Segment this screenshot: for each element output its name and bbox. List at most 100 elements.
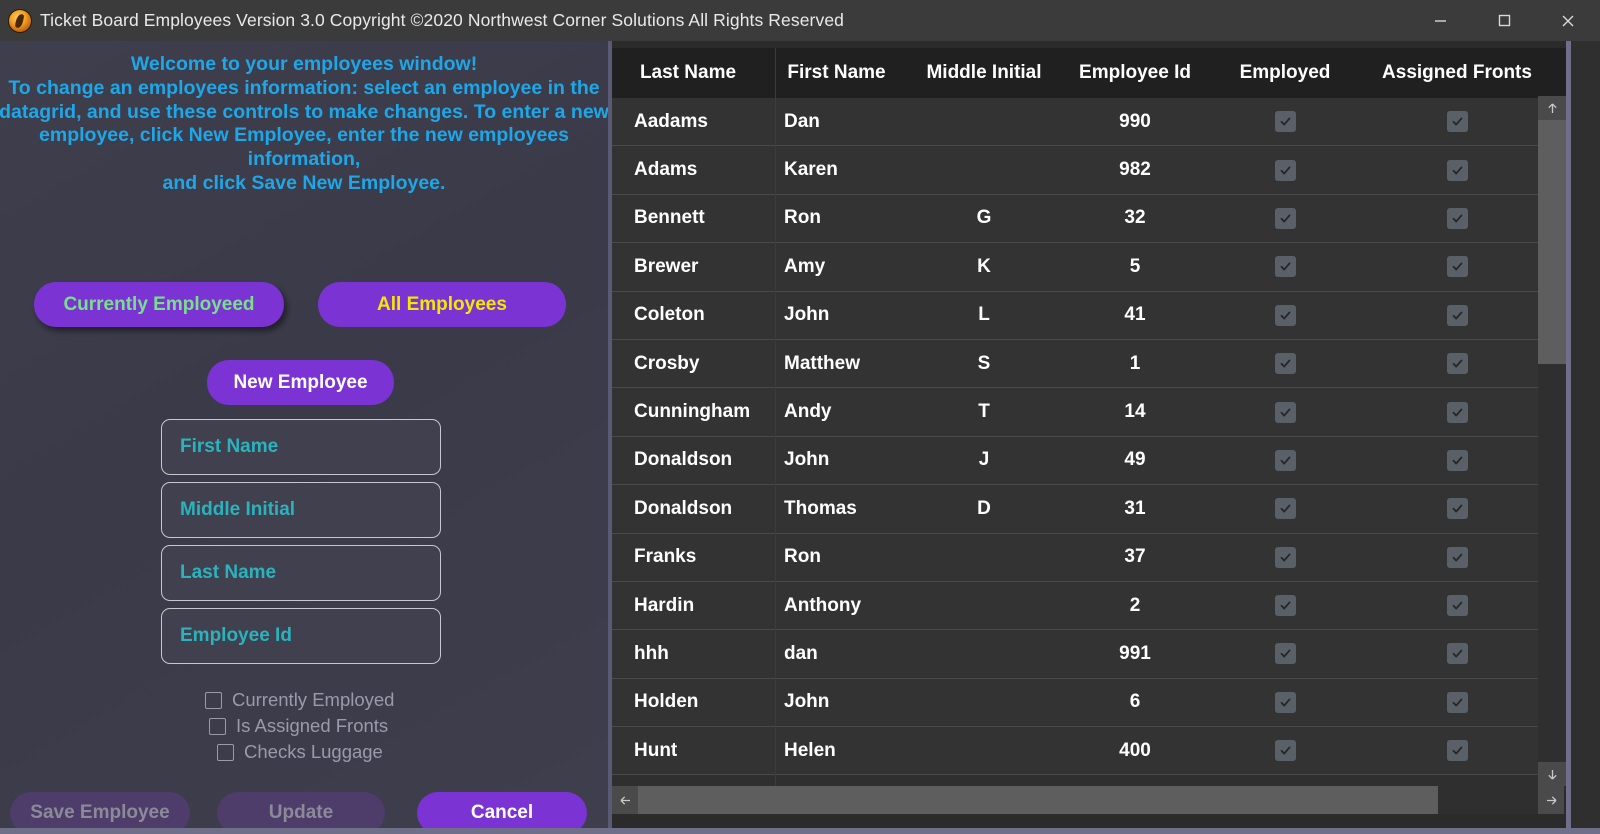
cell-employed-checkbox[interactable] xyxy=(1211,195,1359,242)
cell-assigned-fronts-checkbox[interactable] xyxy=(1359,534,1555,581)
table-row[interactable]: HoldenJohn6 xyxy=(612,679,1570,727)
column-header-last-name[interactable]: Last Name xyxy=(612,48,764,98)
table-row[interactable]: HuntHelen400 xyxy=(612,727,1570,775)
checkmark-icon[interactable] xyxy=(1447,498,1468,519)
cell-assigned-fronts-checkbox[interactable] xyxy=(1359,243,1555,290)
table-row[interactable]: AdamsKaren982 xyxy=(612,146,1570,194)
checkmark-icon[interactable] xyxy=(1447,256,1468,277)
checkmark-icon[interactable] xyxy=(1275,450,1296,471)
cell-employed-checkbox[interactable] xyxy=(1211,485,1359,532)
cell-employed-checkbox[interactable] xyxy=(1211,340,1359,387)
cell-assigned-fronts-checkbox[interactable] xyxy=(1359,727,1555,774)
column-header-assigned-fronts[interactable]: Assigned Fronts xyxy=(1359,48,1555,98)
table-row[interactable]: hhhdan991 xyxy=(612,630,1570,678)
cell-assigned-fronts-checkbox[interactable] xyxy=(1359,195,1555,242)
checkmark-icon[interactable] xyxy=(1447,450,1468,471)
cell-employed-checkbox[interactable] xyxy=(1211,243,1359,290)
vertical-scrollbar-thumb[interactable] xyxy=(1538,96,1566,364)
column-header-employee-id[interactable]: Employee Id xyxy=(1059,48,1211,98)
cell-assigned-fronts-checkbox[interactable] xyxy=(1359,679,1555,726)
table-row[interactable]: BennettRonG32 xyxy=(612,195,1570,243)
column-header-first-name[interactable]: First Name xyxy=(764,48,909,98)
cell-employed-checkbox[interactable] xyxy=(1211,437,1359,484)
column-header-employed[interactable]: Employed xyxy=(1211,48,1359,98)
table-row[interactable]: AadamsDan990 xyxy=(612,98,1570,146)
cell-employed-checkbox[interactable] xyxy=(1211,146,1359,193)
cell-employed-checkbox[interactable] xyxy=(1211,534,1359,581)
all-employees-filter-button[interactable]: All Employees xyxy=(318,282,566,327)
checkmark-icon[interactable] xyxy=(1447,160,1468,181)
cell-assigned-fronts-checkbox[interactable] xyxy=(1359,98,1555,145)
checkmark-icon[interactable] xyxy=(1275,402,1296,423)
checkmark-icon[interactable] xyxy=(1275,595,1296,616)
vertical-scrollbar-track[interactable] xyxy=(1538,364,1566,762)
currently-employed-checkbox[interactable] xyxy=(205,692,222,709)
datagrid-vertical-scrollbar[interactable] xyxy=(1538,96,1566,786)
checks-luggage-checkbox[interactable] xyxy=(217,744,234,761)
checkmark-icon[interactable] xyxy=(1275,740,1296,761)
checkmark-icon[interactable] xyxy=(1447,353,1468,374)
checkmark-icon[interactable] xyxy=(1447,547,1468,568)
horizontal-scrollbar-thumb[interactable] xyxy=(638,786,1438,814)
cell-assigned-fronts-checkbox[interactable] xyxy=(1359,485,1555,532)
checkmark-icon[interactable] xyxy=(1275,111,1296,132)
cell-assigned-fronts-checkbox[interactable] xyxy=(1359,292,1555,339)
checkmark-icon[interactable] xyxy=(1275,547,1296,568)
checkmark-icon[interactable] xyxy=(1447,740,1468,761)
table-row[interactable]: ColetonJohnL41 xyxy=(612,292,1570,340)
cell-assigned-fronts-checkbox[interactable] xyxy=(1359,437,1555,484)
checkmark-icon[interactable] xyxy=(1275,208,1296,229)
arrow-right-icon[interactable] xyxy=(1538,786,1564,814)
is-assigned-fronts-checkbox-row[interactable]: Is Assigned Fronts xyxy=(209,715,388,737)
maximize-button[interactable] xyxy=(1472,0,1536,41)
new-employee-button[interactable]: New Employee xyxy=(207,360,394,405)
table-row[interactable]: CunninghamAndyT14 xyxy=(612,388,1570,436)
close-button[interactable] xyxy=(1536,0,1600,41)
table-row[interactable]: FranksRon37 xyxy=(612,534,1570,582)
table-row[interactable]: CrosbyMatthewS1 xyxy=(612,340,1570,388)
currently-employed-checkbox-row[interactable]: Currently Employed xyxy=(205,689,394,711)
column-header-middle-initial[interactable]: Middle Initial xyxy=(909,48,1059,98)
checkmark-icon[interactable] xyxy=(1275,305,1296,326)
cell-assigned-fronts-checkbox[interactable] xyxy=(1359,146,1555,193)
checkmark-icon[interactable] xyxy=(1275,256,1296,277)
checkmark-icon[interactable] xyxy=(1447,305,1468,326)
table-row[interactable]: BrewerAmyK5 xyxy=(612,243,1570,291)
checkmark-icon[interactable] xyxy=(1447,692,1468,713)
last-name-input[interactable] xyxy=(161,545,441,601)
checkmark-icon[interactable] xyxy=(1275,353,1296,374)
arrow-up-icon[interactable] xyxy=(1538,96,1566,120)
cell-employed-checkbox[interactable] xyxy=(1211,679,1359,726)
arrow-left-icon[interactable] xyxy=(612,786,638,814)
checkmark-icon[interactable] xyxy=(1447,111,1468,132)
checkmark-icon[interactable] xyxy=(1447,402,1468,423)
cell-assigned-fronts-checkbox[interactable] xyxy=(1359,630,1555,677)
middle-initial-input[interactable] xyxy=(161,482,441,538)
cell-employed-checkbox[interactable] xyxy=(1211,582,1359,629)
cell-employed-checkbox[interactable] xyxy=(1211,98,1359,145)
datagrid-horizontal-scrollbar[interactable] xyxy=(612,786,1538,814)
checkmark-icon[interactable] xyxy=(1275,692,1296,713)
arrow-down-icon[interactable] xyxy=(1538,762,1566,786)
checkmark-icon[interactable] xyxy=(1275,643,1296,664)
table-row[interactable]: DonaldsonJohnJ49 xyxy=(612,437,1570,485)
is-assigned-fronts-checkbox[interactable] xyxy=(209,718,226,735)
currently-employed-filter-button[interactable]: Currently Employeed xyxy=(34,282,284,327)
checkmark-icon[interactable] xyxy=(1447,643,1468,664)
cell-employed-checkbox[interactable] xyxy=(1211,388,1359,435)
cell-employed-checkbox[interactable] xyxy=(1211,727,1359,774)
cell-assigned-fronts-checkbox[interactable] xyxy=(1359,388,1555,435)
checks-luggage-checkbox-row[interactable]: Checks Luggage xyxy=(217,741,383,763)
checkmark-icon[interactable] xyxy=(1447,208,1468,229)
table-row[interactable]: DonaldsonThomasD31 xyxy=(612,485,1570,533)
checkmark-icon[interactable] xyxy=(1275,498,1296,519)
employee-id-input[interactable] xyxy=(161,608,441,664)
cell-employed-checkbox[interactable] xyxy=(1211,292,1359,339)
minimize-button[interactable] xyxy=(1408,0,1472,41)
checkmark-icon[interactable] xyxy=(1275,160,1296,181)
cell-assigned-fronts-checkbox[interactable] xyxy=(1359,340,1555,387)
first-name-input[interactable] xyxy=(161,419,441,475)
cell-assigned-fronts-checkbox[interactable] xyxy=(1359,582,1555,629)
checkmark-icon[interactable] xyxy=(1447,595,1468,616)
cell-employed-checkbox[interactable] xyxy=(1211,630,1359,677)
